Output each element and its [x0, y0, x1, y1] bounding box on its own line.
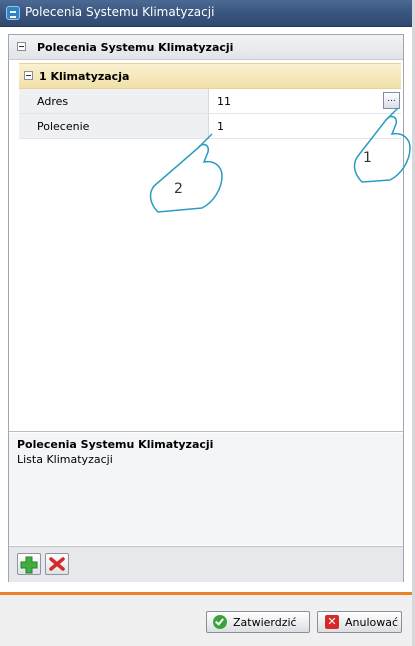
- confirm-button[interactable]: Zatwierdzić: [206, 611, 310, 633]
- grid-header: Polecenia Systemu Klimatyzacji: [9, 35, 403, 60]
- confirm-label: Zatwierdzić: [233, 616, 297, 629]
- callout-hand-2: [149, 143, 223, 213]
- cancel-label: Anulować: [345, 616, 399, 629]
- category-label: 1 Klimatyzacja: [39, 70, 130, 83]
- toolbar: [9, 546, 403, 582]
- property-name: Adres: [37, 95, 69, 108]
- description-title: Polecenia Systemu Klimatyzacji: [17, 438, 214, 451]
- window-title: Polecenia Systemu Klimatyzacji: [25, 5, 215, 19]
- callout-number-2: 2: [174, 181, 183, 197]
- description-text: Lista Klimatyzacji: [17, 453, 113, 466]
- app-icon: [6, 6, 20, 20]
- category-collapse-icon[interactable]: [24, 71, 33, 80]
- callout-number-1: 1: [363, 150, 372, 166]
- category-row[interactable]: 1 Klimatyzacja: [19, 63, 401, 89]
- add-icon: [20, 556, 38, 574]
- property-name: Polecenie: [37, 120, 90, 133]
- cancel-icon: ✕: [325, 615, 339, 629]
- callout-hands: [149, 107, 411, 213]
- dialog-footer: Zatwierdzić ✕ Anulować: [0, 595, 412, 646]
- collapse-icon[interactable]: [17, 42, 26, 51]
- title-bar: Polecenia Systemu Klimatyzacji: [0, 0, 412, 27]
- add-button[interactable]: [17, 553, 41, 575]
- cancel-button[interactable]: ✕ Anulować: [317, 611, 402, 633]
- confirm-icon: [213, 615, 227, 629]
- delete-icon: [49, 557, 65, 571]
- callout-pointer-2: [197, 133, 213, 149]
- delete-button[interactable]: [45, 553, 69, 575]
- description-panel: Polecenia Systemu Klimatyzacji Lista Kli…: [9, 433, 403, 545]
- splitter[interactable]: [9, 431, 403, 432]
- grid-header-label: Polecenia Systemu Klimatyzacji: [37, 41, 234, 54]
